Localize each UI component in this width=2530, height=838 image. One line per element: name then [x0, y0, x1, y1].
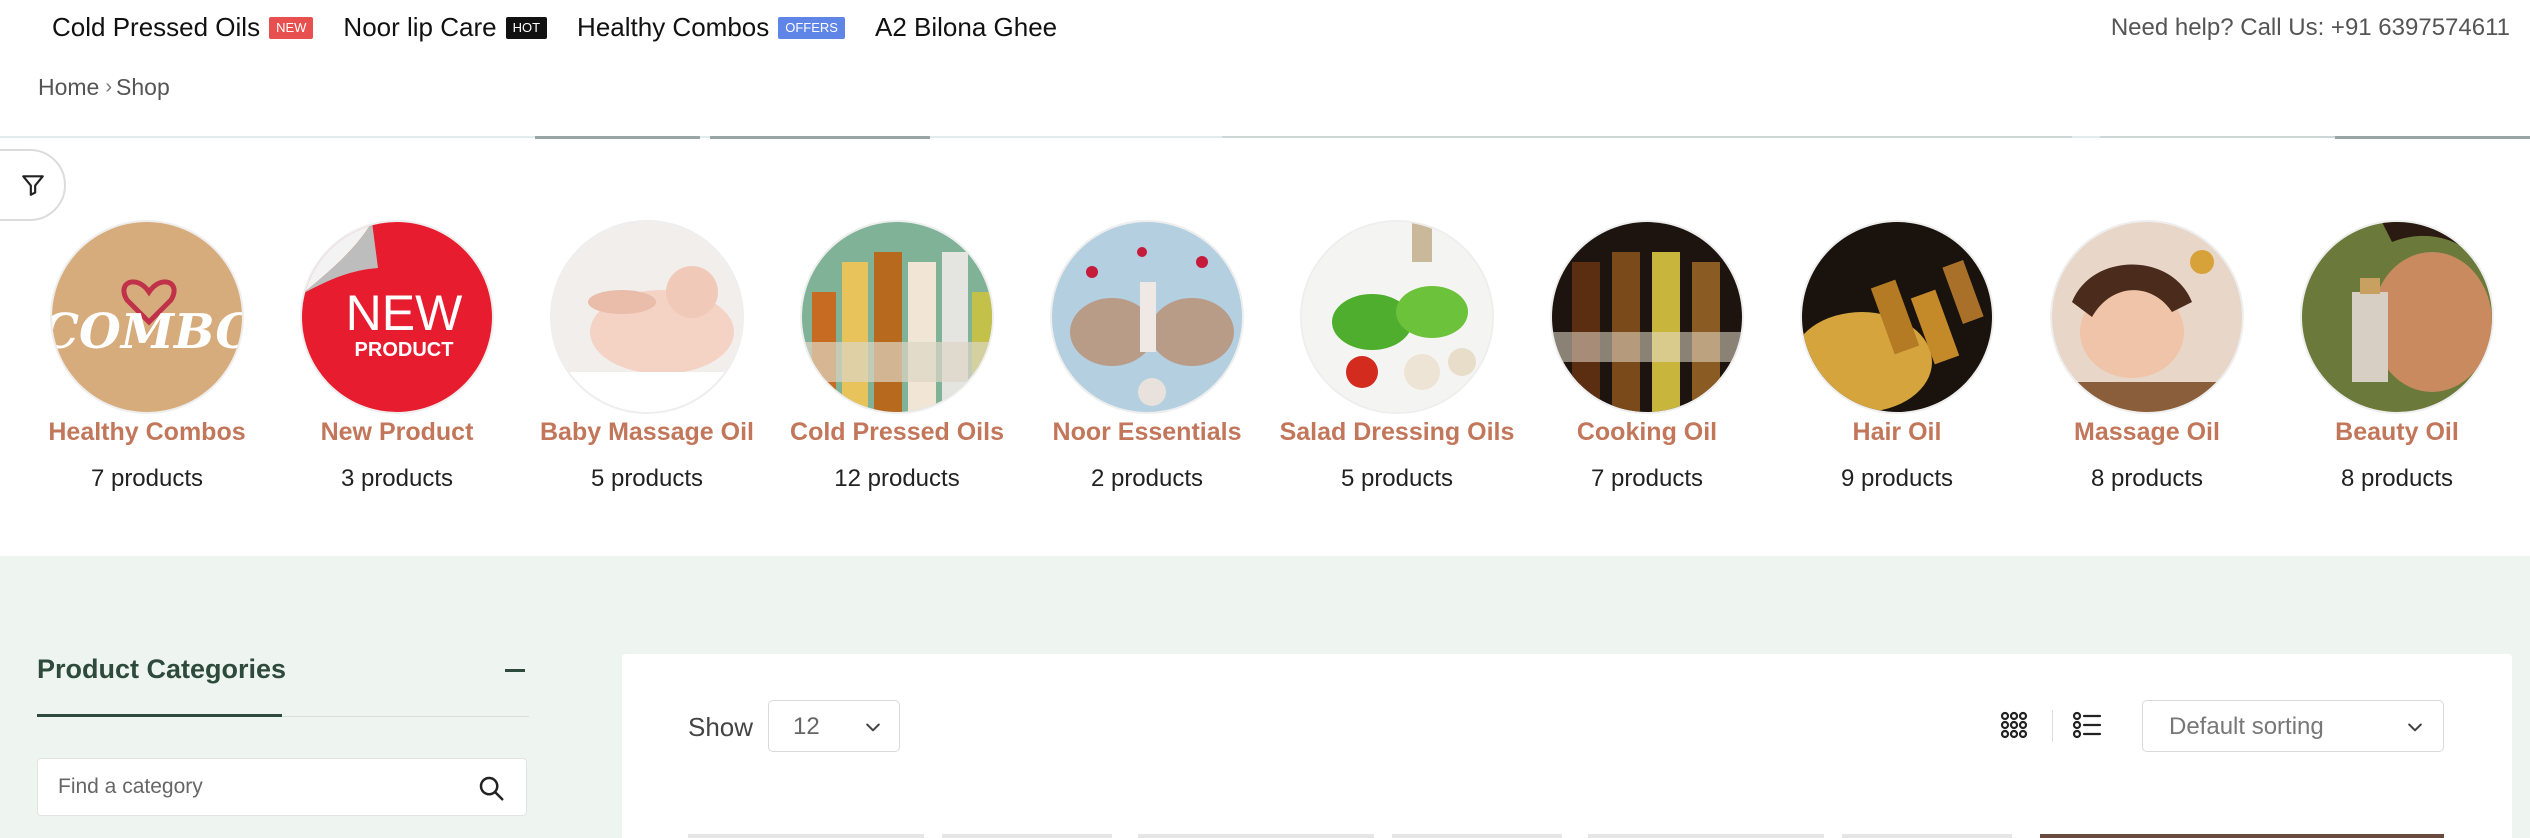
- sidebar-title: Product Categories: [37, 654, 287, 684]
- view-divider: [2052, 710, 2053, 742]
- chevron-right-icon: ›: [105, 76, 113, 98]
- category-massage-oil[interactable]: Massage Oil 8 products: [2022, 220, 2272, 493]
- category-image: [1300, 220, 1494, 414]
- category-count: 3 products: [340, 465, 454, 492]
- category-count: 8 products: [2340, 465, 2454, 492]
- category-name[interactable]: Noor Essentials: [1022, 418, 1272, 447]
- breadcrumb-home[interactable]: Home: [38, 74, 99, 101]
- category-name[interactable]: Massage Oil: [2022, 418, 2272, 447]
- show-label: Show: [688, 712, 754, 742]
- svg-text:PRODUCT: PRODUCT: [355, 339, 454, 361]
- chevron-down-icon: [866, 723, 880, 732]
- category-count: 5 products: [590, 465, 704, 492]
- shop-section: Product Categories Show 12 Default sorti…: [0, 556, 2530, 838]
- category-image: [1550, 220, 1744, 414]
- category-name[interactable]: New Product: [272, 418, 522, 447]
- category-search-input[interactable]: [58, 759, 458, 815]
- help-phone[interactable]: Need help? Call Us: +91 6397574611: [2111, 14, 2510, 42]
- category-cooking-oil[interactable]: Cooking Oil 7 products: [1522, 220, 1772, 493]
- offers-badge: OFFERS: [778, 16, 845, 39]
- category-image: NEW PRODUCT: [300, 220, 494, 414]
- menu-item-healthy-combos[interactable]: Healthy Combos OFFERS: [577, 12, 845, 43]
- collapse-minus-icon[interactable]: [505, 669, 525, 672]
- category-image: [1800, 220, 1994, 414]
- category-count: 12 products: [834, 465, 960, 492]
- category-count: 9 products: [1840, 465, 1954, 492]
- category-name[interactable]: Cold Pressed Oils: [772, 418, 1022, 447]
- menu-item-noor-lip-care[interactable]: Noor lip Care HOT: [343, 12, 548, 43]
- category-count: 7 products: [1590, 465, 1704, 492]
- menu-item-a2-bilona-ghee[interactable]: A2 Bilona Ghee: [875, 12, 1057, 43]
- menu-item-label: A2 Bilona Ghee: [874, 12, 1058, 42]
- category-image: [1050, 220, 1244, 414]
- show-count-select[interactable]: 12: [768, 700, 900, 752]
- sort-value: Default sorting: [2169, 713, 2324, 740]
- category-name[interactable]: Hair Oil: [1772, 418, 2022, 447]
- category-salad-dressing-oils[interactable]: Salad Dressing Oils 5 products: [1272, 220, 1522, 493]
- category-cold-pressed-oils[interactable]: Cold Pressed Oils 12 products: [772, 220, 1022, 493]
- category-name[interactable]: Healthy Combos: [22, 418, 272, 447]
- hot-badge: HOT: [505, 16, 548, 39]
- menu-item-cold-pressed-oils[interactable]: Cold Pressed Oils NEW: [52, 12, 314, 43]
- product-card-top: [1588, 834, 1824, 838]
- top-navigation: Cold Pressed Oils NEW Noor lip Care HOT …: [0, 0, 2530, 58]
- category-healthy-combos[interactable]: COMBO Healthy Combos 7 products: [22, 220, 272, 493]
- category-beauty-oil[interactable]: Beauty Oil 8 products: [2272, 220, 2522, 493]
- menu-item-label: Cold Pressed Oils: [52, 12, 261, 42]
- category-image: [2050, 220, 2244, 414]
- new-badge: NEW: [269, 16, 314, 39]
- category-count: 5 products: [1340, 465, 1454, 492]
- category-name[interactable]: Salad Dressing Oils: [1272, 418, 1522, 447]
- breadcrumb: Home › Shop: [38, 74, 170, 101]
- category-baby-massage-oil[interactable]: Baby Massage Oil 5 products: [522, 220, 772, 493]
- filter-button[interactable]: [0, 149, 66, 221]
- category-carousel: COMBO Healthy Combos 7 products NEW PROD…: [0, 220, 2530, 510]
- product-card-top: [688, 834, 924, 838]
- grid-view-icon[interactable]: [2000, 711, 2028, 739]
- category-count: 8 products: [2090, 465, 2204, 492]
- product-card-top: [1138, 834, 1374, 838]
- list-view-icon[interactable]: [2072, 711, 2102, 739]
- category-count: 2 products: [1090, 465, 1204, 492]
- sort-select[interactable]: Default sorting: [2142, 700, 2444, 752]
- category-image: COMBO: [50, 220, 244, 414]
- category-new-product[interactable]: NEW PRODUCT New Product 3 products: [272, 220, 522, 493]
- category-search-box: [37, 758, 527, 816]
- show-count-value: 12: [793, 713, 820, 740]
- category-image: [550, 220, 744, 414]
- chevron-down-icon: [2408, 723, 2422, 732]
- category-noor-essentials[interactable]: Noor Essentials 2 products: [1022, 220, 1272, 493]
- menu-item-label: Healthy Combos: [577, 12, 770, 42]
- menu-item-label: Noor lip Care: [343, 12, 497, 42]
- divider-active: [37, 714, 282, 717]
- products-panel: Show 12 Default sorting: [622, 654, 2512, 838]
- category-name[interactable]: Cooking Oil: [1522, 418, 1772, 447]
- category-name[interactable]: Beauty Oil: [2272, 418, 2522, 447]
- product-card-top: [2040, 834, 2444, 838]
- search-icon[interactable]: [476, 773, 506, 803]
- svg-text:NEW: NEW: [346, 285, 463, 341]
- category-hair-oil[interactable]: Hair Oil 9 products: [1772, 220, 2022, 493]
- banner-strip: [0, 136, 2530, 139]
- category-name[interactable]: Baby Massage Oil: [522, 418, 772, 447]
- top-menu: Cold Pressed Oils NEW Noor lip Care HOT …: [52, 12, 1087, 43]
- category-image: [800, 220, 994, 414]
- product-card-top: [1392, 834, 1562, 838]
- product-card-top: [942, 834, 1112, 838]
- breadcrumb-current: Shop: [116, 74, 170, 100]
- filter-icon: [22, 175, 44, 196]
- category-image: [2300, 220, 2494, 414]
- combo-image-text: COMBO: [52, 304, 244, 360]
- category-count: 7 products: [90, 465, 204, 492]
- product-card-top: [1842, 834, 2012, 838]
